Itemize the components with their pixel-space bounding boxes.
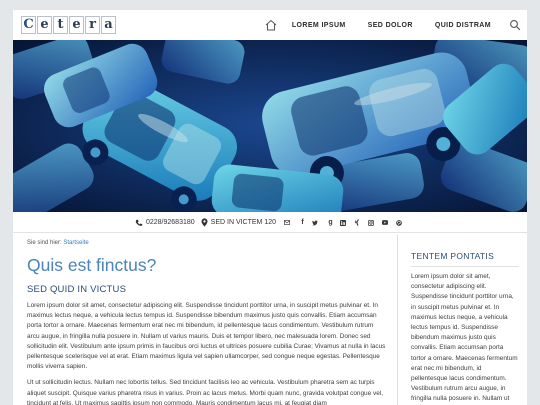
- site-logo[interactable]: C e t e r a: [21, 16, 116, 34]
- logo-letter: e: [69, 16, 84, 34]
- column-divider: [397, 234, 398, 405]
- pinterest-icon[interactable]: [396, 218, 405, 227]
- site-header: C e t e r a LOREM IPSUM SED DOLOR QUID D…: [13, 10, 527, 40]
- xing-icon[interactable]: [354, 218, 363, 227]
- nav-item-quid-distram[interactable]: QUID DISTRAM: [435, 22, 491, 29]
- google-plus-icon[interactable]: g: [326, 218, 335, 227]
- nav-item-lorem-ipsum[interactable]: LOREM IPSUM: [292, 22, 346, 29]
- address-contact[interactable]: SED IN VICTEM 120: [201, 218, 276, 227]
- phone-number: 0228/92683180: [145, 219, 195, 226]
- home-icon[interactable]: [264, 18, 278, 32]
- sidebar-title: TENTEM PONTATIS: [411, 251, 519, 267]
- breadcrumb-home-link[interactable]: Startseite: [63, 240, 88, 246]
- contact-bar: 0228/92683180 SED IN VICTEM 120 f g: [13, 213, 527, 233]
- logo-letter: C: [21, 16, 36, 34]
- body-paragraph: Ut ut sollicitudin lectus. Nullam nec lo…: [27, 379, 384, 405]
- hero-image: [13, 40, 527, 212]
- phone-contact[interactable]: 0228/92683180: [135, 219, 195, 227]
- main-content: Sie sind hier: Startseite Quis est finct…: [27, 240, 387, 405]
- logo-letter: t: [53, 16, 68, 34]
- youtube-icon[interactable]: [382, 218, 391, 227]
- page: C e t e r a LOREM IPSUM SED DOLOR QUID D…: [13, 10, 527, 405]
- map-pin-icon: [201, 218, 208, 227]
- address: SED IN VICTEM 120: [210, 219, 277, 226]
- logo-letter: a: [101, 16, 116, 34]
- main-nav: LOREM IPSUM SED DOLOR QUID DISTRAM: [264, 10, 521, 40]
- breadcrumb-prefix: Sie sind hier:: [27, 240, 62, 246]
- social-links: f g: [284, 218, 405, 227]
- logo-letter: e: [37, 16, 52, 34]
- logo-letter: r: [85, 16, 100, 34]
- facebook-icon[interactable]: f: [298, 218, 307, 227]
- mail-icon[interactable]: [284, 218, 293, 227]
- breadcrumb: Sie sind hier: Startseite: [27, 240, 387, 246]
- hero-toy-cars-illustration: [13, 40, 527, 212]
- linkedin-icon[interactable]: [340, 218, 349, 227]
- page-title: Quis est finctus?: [27, 255, 157, 275]
- nav-item-sed-dolor[interactable]: SED DOLOR: [368, 22, 413, 29]
- sidebar-text: Lorem ipsum dolor sit amet, consectetur …: [411, 273, 518, 403]
- phone-icon: [135, 219, 143, 226]
- search-icon[interactable]: [509, 19, 521, 31]
- sidebar: TENTEM PONTATIS Lorem ipsum dolor sit am…: [411, 251, 519, 405]
- instagram-icon[interactable]: [368, 218, 377, 227]
- body-paragraph: Lorem ipsum dolor sit amet, consectetur …: [27, 302, 386, 371]
- twitter-icon[interactable]: [312, 218, 321, 227]
- section-subtitle: SED QUID IN VICTUS: [27, 284, 127, 295]
